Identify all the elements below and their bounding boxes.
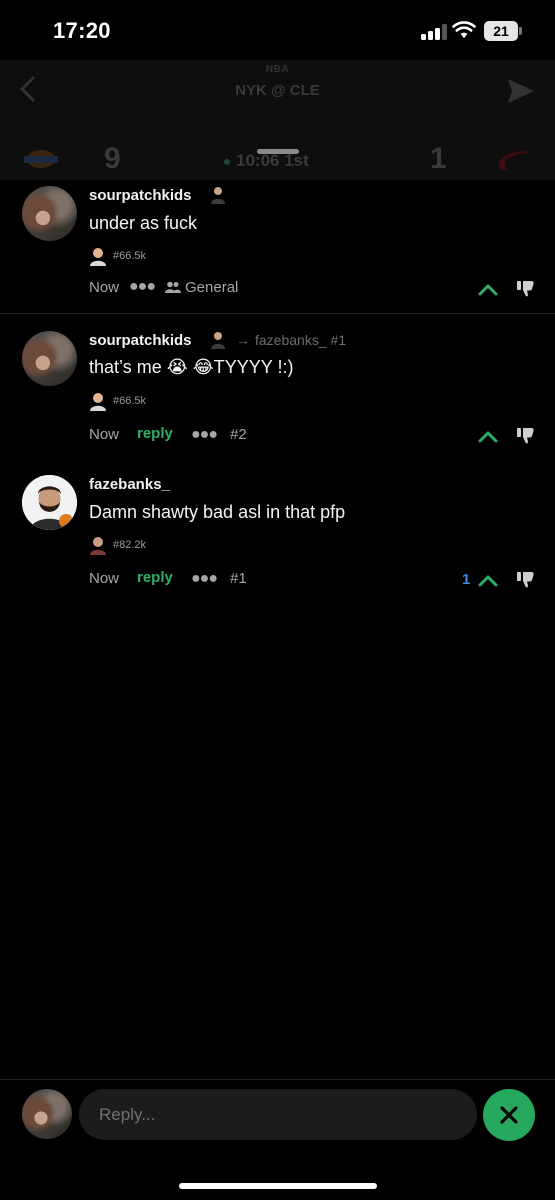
comment-username[interactable]: sourpatchkids bbox=[89, 332, 192, 349]
downvote-icon[interactable] bbox=[517, 427, 535, 444]
comment-text: Damn shawty bad asl in that pfp bbox=[89, 502, 346, 522]
channel-label: General bbox=[185, 279, 239, 296]
comment-time: Now bbox=[89, 570, 120, 587]
reply-button[interactable]: reply bbox=[137, 569, 173, 586]
rank-text: #66.5k bbox=[113, 395, 147, 407]
wifi-icon bbox=[452, 21, 476, 38]
reply-button[interactable]: reply bbox=[137, 425, 173, 442]
upvote-icon[interactable] bbox=[478, 429, 498, 443]
reply-input[interactable] bbox=[79, 1089, 477, 1140]
home-indicator[interactable] bbox=[179, 1183, 377, 1189]
upvote-icon[interactable] bbox=[478, 573, 498, 587]
more-dots-icon[interactable]: ●●● bbox=[129, 278, 156, 296]
rank-avatar-icon bbox=[90, 393, 106, 411]
status-bar: 17:20 21 bbox=[0, 0, 555, 60]
avatar[interactable] bbox=[22, 475, 77, 530]
upvote-count: 1 bbox=[462, 571, 471, 588]
thread-number: #1 bbox=[230, 570, 247, 587]
reply-to-tag[interactable]: → fazebanks_ #1 bbox=[236, 332, 346, 348]
reply-to-label: fazebanks_ #1 bbox=[255, 332, 347, 348]
user-badge-icon bbox=[211, 332, 225, 349]
away-score: 1 bbox=[430, 142, 447, 175]
league-label: NBA bbox=[265, 64, 290, 75]
send-icon[interactable] bbox=[506, 77, 536, 105]
comment-text: under as fuck bbox=[89, 213, 198, 233]
comment-text: that’s me 😭 😂TYYYY !:) bbox=[89, 357, 294, 377]
close-icon bbox=[500, 1106, 518, 1124]
avatar[interactable] bbox=[22, 331, 77, 386]
rank-text: #82.2k bbox=[113, 539, 147, 551]
game-clock: 10:06 1st bbox=[236, 151, 309, 170]
user-badge-icon bbox=[211, 187, 225, 204]
avatar[interactable] bbox=[22, 186, 77, 241]
rank-text: #66.5k bbox=[113, 250, 147, 262]
comment-time: Now bbox=[89, 279, 120, 296]
status-time: 17:20 bbox=[53, 18, 111, 43]
upvote-icon[interactable] bbox=[478, 282, 498, 296]
people-icon bbox=[165, 281, 181, 293]
rank-avatar-icon bbox=[90, 248, 106, 266]
downvote-icon[interactable] bbox=[517, 280, 535, 297]
composer-avatar bbox=[22, 1089, 72, 1139]
game-header: NBA NYK @ CLE 9 10:06 1st 1 bbox=[0, 60, 555, 180]
downvote-icon[interactable] bbox=[517, 571, 535, 588]
battery-indicator: 21 bbox=[484, 21, 518, 41]
home-score: 9 bbox=[104, 142, 121, 175]
comment-username[interactable]: sourpatchkids bbox=[89, 187, 192, 204]
channel-tag[interactable]: General bbox=[165, 279, 238, 296]
more-dots-icon[interactable]: ●●● bbox=[191, 426, 218, 444]
comment-username[interactable]: fazebanks_ bbox=[89, 476, 170, 493]
battery-tip bbox=[519, 27, 522, 35]
comment-time: Now bbox=[89, 426, 120, 443]
more-dots-icon[interactable]: ●●● bbox=[191, 570, 218, 588]
reply-arrow-icon: → bbox=[236, 332, 250, 348]
comment-divider bbox=[0, 313, 555, 314]
live-indicator bbox=[224, 159, 230, 165]
cavaliers-logo-icon bbox=[498, 151, 532, 171]
close-button[interactable] bbox=[483, 1089, 535, 1141]
thread-number: #2 bbox=[230, 426, 247, 443]
rank-avatar-icon bbox=[90, 537, 106, 555]
profile-photo-icon bbox=[22, 475, 77, 530]
matchup-title: NYK @ CLE bbox=[235, 82, 320, 99]
knicks-logo-icon bbox=[24, 150, 58, 168]
signal-icon bbox=[421, 24, 447, 40]
composer-divider bbox=[0, 1079, 555, 1080]
